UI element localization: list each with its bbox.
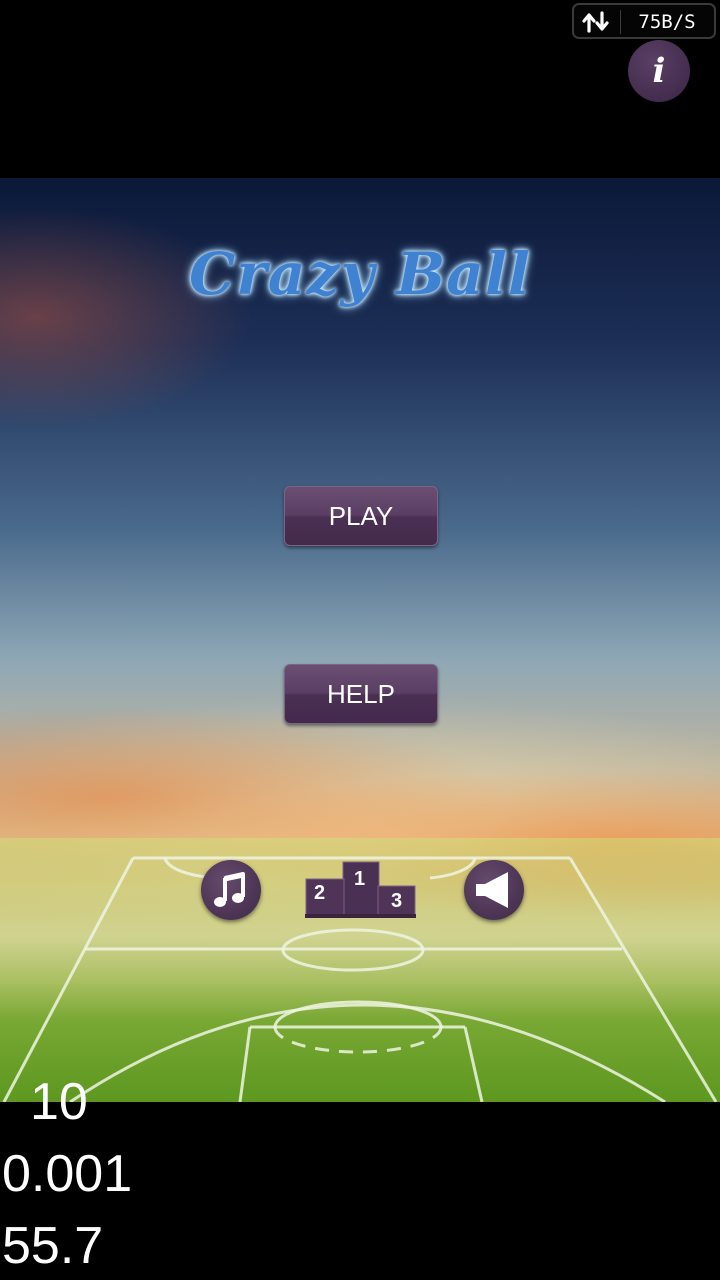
podium-label-third: 3 [391, 890, 403, 912]
help-button[interactable]: HELP [284, 664, 438, 724]
music-toggle-button[interactable] [201, 860, 261, 920]
debug-readout-1: 10 [30, 1073, 88, 1131]
basketball-court-background [0, 838, 720, 1102]
podium-label-second: 2 [314, 882, 326, 904]
podium-label-first: 1 [354, 868, 366, 890]
divider [620, 10, 621, 34]
sound-toggle-button[interactable] [464, 860, 524, 920]
updown-arrows-icon [582, 11, 609, 33]
game-screen: 75B/S i Crazy Ball PLAY HELP 2 1 3 10 0.… [0, 0, 720, 1280]
game-title: Crazy Ball [189, 240, 531, 308]
music-note-icon [214, 872, 245, 907]
debug-readout-2: 0.001 [2, 1145, 133, 1203]
debug-readout-3: 55.7 [2, 1217, 104, 1275]
info-icon: i [652, 51, 666, 91]
leaderboard-button[interactable]: 2 1 3 [305, 860, 417, 920]
game-menu-scene: Crazy Ball PLAY HELP 2 1 3 [0, 178, 720, 1102]
network-rate: 75B/S [638, 11, 696, 33]
network-speed-indicator: 75B/S [572, 3, 716, 39]
play-button[interactable]: PLAY [284, 486, 438, 546]
speaker-icon [476, 872, 508, 908]
info-button[interactable]: i [628, 40, 690, 102]
